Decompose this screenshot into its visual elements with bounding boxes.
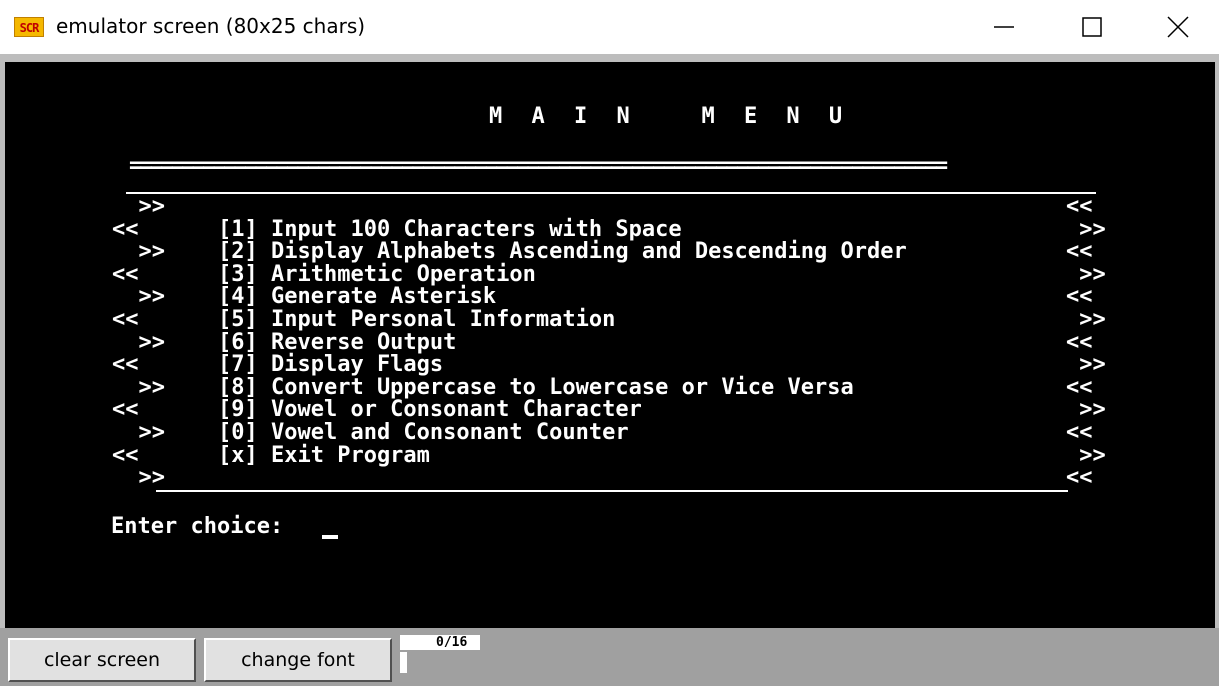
text-cursor xyxy=(322,535,338,539)
menu-option: [0] Vowel and Consonant Counter xyxy=(218,420,629,445)
menu-row-left-arrows: >> xyxy=(112,329,165,355)
menu-row-left-arrows: << xyxy=(112,216,139,242)
input-stub xyxy=(400,652,407,673)
menu-row-right-arrows: >> xyxy=(1066,261,1106,287)
menu-row-right-arrows: >> xyxy=(1066,442,1106,468)
menu-option: [1] Input 100 Characters with Space xyxy=(218,216,682,242)
menu-row-right-arrows: >> xyxy=(1066,397,1106,423)
menu-row-left-arrows: >> xyxy=(112,420,165,445)
menu-option: [5] Input Personal Information xyxy=(218,307,616,332)
menu-row-left-arrows: >> xyxy=(112,239,165,265)
progress-text: 0/16 xyxy=(436,635,468,650)
menu-row-right-arrows: << xyxy=(1066,465,1093,491)
menu-row-right-arrows: << xyxy=(1066,194,1093,219)
menu-row-right-arrows: >> xyxy=(1066,307,1106,332)
menu-option: [2] Display Alphabets Ascending and Desc… xyxy=(218,239,907,265)
progress-indicator: 0/16 xyxy=(400,635,480,650)
menu-row-left-arrows: << xyxy=(112,442,139,468)
menu-option: [6] Reverse Output xyxy=(218,329,457,355)
menu-row-left-arrows: << xyxy=(112,261,139,287)
terminal-text-layer: M A I N M E N U ========================… xyxy=(111,104,1106,539)
change-font-button[interactable]: change font xyxy=(204,638,392,682)
menu-row-left-arrows: >> xyxy=(112,465,165,491)
prompt-text: Enter choice: xyxy=(111,514,297,539)
menu-row-right-arrows: << xyxy=(1066,239,1093,265)
menu-option: [9] Vowel or Consonant Character xyxy=(218,397,642,423)
menu-option: [4] Generate Asterisk xyxy=(218,284,497,310)
menu-row-right-arrows: << xyxy=(1066,284,1093,310)
menu-row-right-arrows: << xyxy=(1066,420,1093,445)
menu-row-left-arrows: << xyxy=(112,352,139,378)
menu-row-right-arrows: << xyxy=(1066,374,1093,400)
menu-row-left-arrows: << xyxy=(112,307,139,332)
menu-top-border xyxy=(126,192,1096,194)
menu-row-right-arrows: << xyxy=(1066,329,1093,355)
menu-row-left-arrows: >> xyxy=(112,374,165,400)
menu-option: [x] Exit Program xyxy=(218,442,430,468)
menu-row-right-arrows: >> xyxy=(1066,216,1106,242)
menu-row-left-arrows: << xyxy=(112,397,139,423)
menu-row-left-arrows: >> xyxy=(112,194,165,219)
menu-row-right-arrows: >> xyxy=(1066,352,1106,378)
menu-option: [7] Display Flags xyxy=(218,352,444,378)
menu-title: M A I N M E N U xyxy=(489,104,851,129)
menu-row-left-arrows: >> xyxy=(112,284,165,310)
menu-option: [8] Convert Uppercase to Lowercase or Vi… xyxy=(218,374,854,400)
menu-bottom-border xyxy=(156,490,1068,492)
clear-screen-button[interactable]: clear screen xyxy=(8,638,196,682)
menu-option: [3] Arithmetic Operation xyxy=(218,261,536,287)
